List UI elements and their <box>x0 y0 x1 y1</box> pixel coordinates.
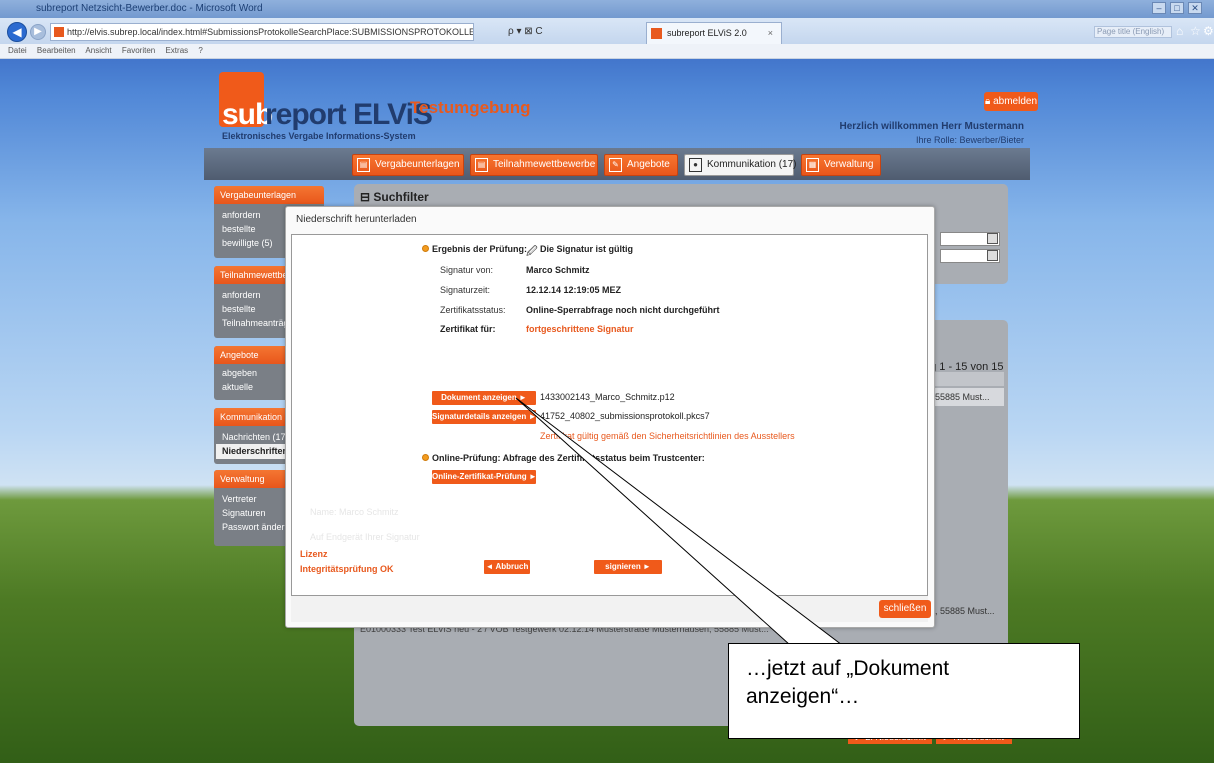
callout-text: …jetzt auf „Dokument anzeigen“… <box>746 657 950 708</box>
callout-arrow <box>515 397 844 646</box>
